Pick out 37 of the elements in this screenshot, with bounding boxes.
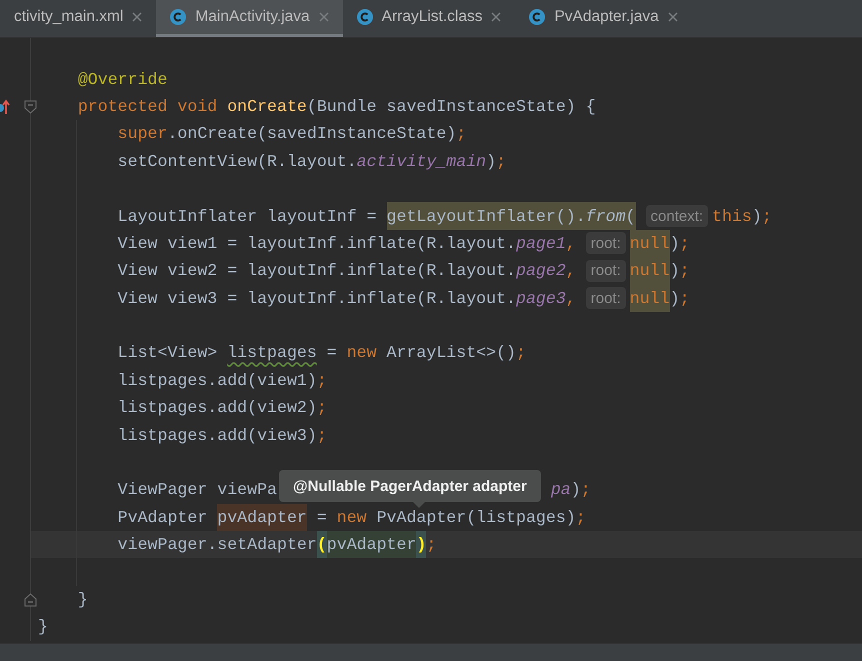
code-text: super.onCreate(savedInstanceState); [116, 123, 466, 146]
code-text: } [76, 589, 88, 611]
code-text: viewPager.setAdapter(pvAdapter); [38, 531, 436, 558]
file-tab[interactable]: PvAdapter.java [515, 0, 692, 37]
parameter-hint: root: [586, 232, 626, 254]
code-text: } [38, 616, 48, 638]
close-icon[interactable] [668, 12, 678, 22]
code-text: listpages.add(view1); [116, 370, 327, 392]
fold-icon[interactable] [24, 592, 37, 607]
parameter-hint: context: [646, 205, 708, 228]
code-text: View view3 = layoutInf.inflate(R.layout.page3, [116, 288, 576, 310]
file-tab[interactable]: ctivity_main.xml [0, 0, 156, 37]
close-icon[interactable] [318, 12, 329, 22]
parameter-hint: root: [586, 287, 626, 310]
file-tab[interactable]: MainActivity.java [156, 0, 343, 37]
file-tab[interactable]: ArrayList.class [342, 0, 516, 37]
code-text: @Override [76, 68, 168, 91]
code-text: View view2 = layoutInf.inflate(R.layout.page2, [116, 260, 576, 282]
code-text: List<View> listpages = new ArrayList<>(); [116, 342, 526, 364]
code-text: setContentView(R.layout.activity_main); [116, 150, 506, 173]
override-icon[interactable] [0, 98, 10, 115]
close-icon[interactable] [132, 12, 142, 22]
parameter-hint: root: [586, 260, 626, 282]
code-text: listpages.add(view3); [116, 424, 327, 447]
class-icon [356, 9, 373, 25]
code-text: pa); [550, 479, 591, 502]
code-text: LayoutInflater layoutInf = getLayoutInflater().from( [38, 202, 636, 230]
code-text: ViewPager viewPa [116, 479, 277, 502]
class-icon [170, 9, 186, 25]
close-icon[interactable] [491, 12, 502, 22]
tooltip: @Nullable PagerAdapter adapter [279, 470, 541, 508]
code-text: listpages.add(view2); [116, 397, 327, 420]
class-icon [529, 9, 546, 25]
fold-icon[interactable] [24, 100, 37, 114]
code-text: protected void onCreate(Bundle savedInstanceState) { [76, 96, 596, 118]
code-text: View view1 = layoutInf.inflate(R.layout.page1, [116, 232, 576, 255]
code-text: this); [712, 206, 772, 228]
